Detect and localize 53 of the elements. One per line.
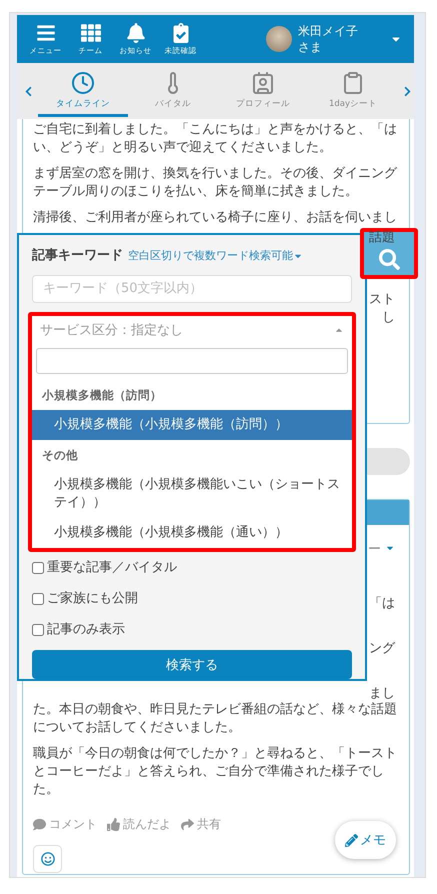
hint-link[interactable]: 空白区切りで複数ワード検索可能 <box>128 247 303 265</box>
post-text-fragment: ング <box>369 640 395 658</box>
checkbox-label[interactable]: 重要な記事／バイタル <box>32 552 352 584</box>
clipboard-check-icon <box>170 22 190 42</box>
clock-icon <box>71 71 95 95</box>
post-action-link[interactable]: 読んだよ <box>107 815 171 833</box>
post-paragraph: 清掃後、ご利用者が座られている椅子に座り、お話を伺いまし <box>33 209 398 227</box>
tab[interactable]: 1dayシート <box>308 65 398 117</box>
tab[interactable]: プロフィール <box>218 65 308 117</box>
panel-title: 記事キーワード <box>32 247 123 265</box>
post-text-fragment: 話題 <box>369 229 395 247</box>
thumbs-up-icon <box>107 818 120 830</box>
chevron-right-icon[interactable] <box>402 86 413 96</box>
post-action-link[interactable]: コメント <box>33 815 97 833</box>
post-text-fragment: まし <box>369 685 395 702</box>
search-button[interactable] <box>360 228 418 279</box>
search-submit-button[interactable]: 検索する <box>32 650 352 680</box>
post-paragraph: た。本日の朝食や、昨日見たテレビ番組の話など、様々な話題についてお話してくださいました。 <box>33 701 398 737</box>
checkbox-label[interactable]: ご家族にも公開 <box>32 583 352 615</box>
clipboard-icon <box>341 71 365 95</box>
chevron-left-icon[interactable] <box>23 86 34 96</box>
id-card-icon <box>251 71 275 95</box>
reaction-button[interactable] <box>33 845 62 873</box>
search-icon <box>378 249 400 270</box>
dropdown-option[interactable]: 小規模多機能（小規模多機能（訪問）） <box>32 410 352 440</box>
option-group-label: 小規模多機能（訪問） <box>40 386 163 404</box>
option-group-label: その他 <box>41 446 79 464</box>
post-text-fragment: し <box>382 309 395 327</box>
tab[interactable]: バイタル <box>128 65 218 117</box>
grid-icon <box>80 22 100 42</box>
bell-icon <box>126 22 146 42</box>
avatar[interactable] <box>266 26 292 52</box>
checkbox[interactable] <box>32 562 44 574</box>
checkbox-label[interactable]: 記事のみ表示 <box>32 614 352 646</box>
checkbox[interactable] <box>32 624 44 636</box>
share-icon <box>181 818 194 830</box>
keyword-field[interactable]: キーワード（50文字以内） <box>32 275 352 303</box>
post-text-fragment: スト <box>369 291 395 309</box>
pencil-icon <box>345 834 358 846</box>
menu-icon <box>36 22 56 42</box>
dropdown-search-field[interactable] <box>36 348 348 374</box>
post-paragraph: まず居室の窓を開け、換気を行いました。その後、ダイニングテーブル周りのほこりを払い、床を簡単に拭きました。 <box>33 165 398 201</box>
user-honorific: さま <box>298 39 323 55</box>
post-text-fragment: 「は <box>369 595 395 613</box>
checkbox[interactable] <box>32 593 44 606</box>
post-paragraph: ご自宅に到着しました。「こんにちは」と声をかけると、「はい、どうぞ」と明るい声で迎えてくださいました。 <box>33 121 398 157</box>
smiley-icon <box>40 852 54 866</box>
post-text-fragment: ー <box>368 541 395 559</box>
memo-button[interactable]: メモ <box>335 821 396 859</box>
user-name: 米田メイ子 <box>298 23 358 39</box>
post-paragraph: 職員が「今日の朝食は何でしたか？」と尋ねると、「トーストとコーヒーだよ」と答えられ、ご自分で準備された様子でした。 <box>33 745 398 799</box>
post-action-link[interactable]: 共有 <box>181 815 221 833</box>
speech-bubble-icon <box>33 818 46 830</box>
